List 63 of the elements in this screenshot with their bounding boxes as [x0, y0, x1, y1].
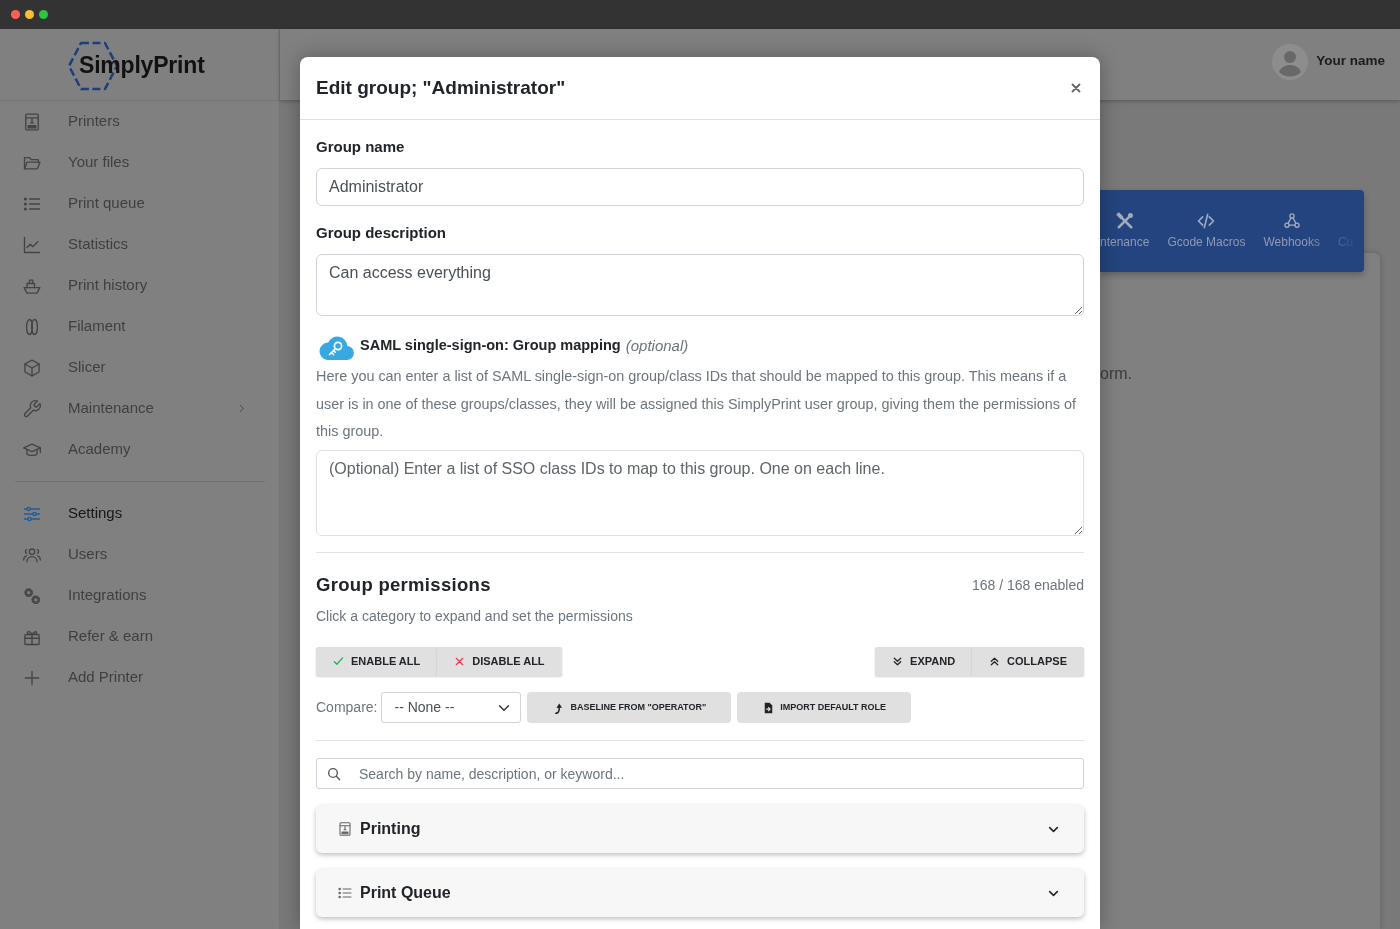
window-close-icon[interactable] — [11, 10, 20, 19]
sidebar-item[interactable]: Refer & earn — [0, 616, 279, 657]
import-role-button[interactable]: IMPORT DEFAULT ROLE — [737, 692, 912, 723]
expand-button[interactable]: EXPAND — [875, 647, 973, 676]
category-header[interactable]: Printing — [316, 805, 1084, 853]
wrench-icon — [22, 398, 42, 419]
sidebar-item[interactable]: Filament — [0, 306, 279, 347]
double-chevron-down-icon — [892, 656, 904, 667]
settings-tab[interactable]: Gcode Macros — [1167, 211, 1246, 249]
enabled-count: 168 / 168 enabled — [971, 575, 1084, 595]
x-icon — [454, 656, 466, 667]
dialog-title: Edit group; "Administrator" — [316, 76, 566, 100]
line-chart-icon — [22, 234, 42, 255]
section-title: Group permissions — [316, 573, 491, 597]
text-field[interactable]: Administrator — [316, 168, 1084, 206]
check-icon — [333, 656, 344, 667]
cube-icon — [22, 357, 42, 378]
window-maximize-icon[interactable] — [39, 10, 48, 19]
compare-select[interactable]: -- None -- — [381, 692, 522, 723]
sidebar-item[interactable]: Print queue — [0, 183, 279, 224]
text-area[interactable]: Can access everything — [316, 254, 1084, 316]
logo-text: SimplyPrint — [79, 51, 205, 78]
category-header[interactable]: Print Queue — [316, 869, 1084, 917]
optional-note: (optional) — [625, 335, 689, 356]
sidebar-item[interactable]: Slicer — [0, 347, 279, 388]
sidebar-item[interactable]: Settings — [0, 493, 279, 534]
window-minimize-icon[interactable] — [25, 10, 34, 19]
enable-all-button[interactable]: ENABLE ALL — [316, 647, 438, 676]
search-field[interactable]: Search by name, description, or keyword... — [316, 758, 1084, 789]
printer-icon — [22, 111, 42, 132]
sidebar-item[interactable]: Users — [0, 534, 279, 575]
double-chevron-up-icon — [989, 656, 1001, 667]
search-icon — [326, 765, 342, 782]
section-title: SAML single-sign-on: Group mapping — [360, 336, 621, 356]
file-arrow-icon — [764, 701, 774, 714]
field-label: Group description — [316, 223, 446, 243]
sidebar-item[interactable]: Printers — [0, 101, 279, 142]
sidebar-item[interactable]: Add Printer — [0, 657, 279, 698]
printer-icon — [337, 820, 353, 838]
gears-icon — [22, 585, 42, 606]
code-icon — [1196, 211, 1217, 231]
field-label: Group name — [316, 137, 405, 157]
disable-all-button[interactable]: DISABLE ALL — [437, 647, 562, 676]
baseline-button[interactable]: BASELINE FROM "OPERATOR" — [527, 692, 732, 723]
text-area[interactable]: (Optional) Enter a list of SSO class IDs to map to this group. One on each line. — [316, 450, 1084, 536]
collapse-button[interactable]: COLLAPSE — [972, 647, 1084, 676]
webhook-icon — [1281, 211, 1302, 231]
field-label: Compare: — [316, 698, 378, 717]
close-icon — [1070, 82, 1082, 94]
curved-arrow-icon — [554, 701, 564, 714]
card-text: orm. — [1100, 364, 1132, 384]
sidebar-item[interactable]: Print history — [0, 265, 279, 306]
sidebar-item[interactable]: Statistics — [0, 224, 279, 265]
settings-tab[interactable]: ntenance — [1100, 211, 1150, 249]
settings-tab[interactable]: Webhooks — [1263, 211, 1320, 249]
sidebar-item[interactable]: Your files — [0, 142, 279, 183]
sidebar-item[interactable]: Academy — [0, 429, 279, 470]
sidebar-item[interactable]: Integrations — [0, 575, 279, 616]
sidebar-item[interactable]: Maintenance — [0, 388, 279, 429]
crossed-tools-icon — [1114, 211, 1135, 231]
help-text: Here you can enter a list of SAML single-sign-on group/class IDs that should be mapped to this group. This means if a user is in one of these groups/classes, they will be assigned this SimplyPrint user group, giving them the permissions of this group. — [316, 367, 1077, 441]
user-name[interactable]: Your name — [1316, 51, 1385, 72]
help-text: Click a category to expand and set the permissions — [316, 607, 633, 626]
